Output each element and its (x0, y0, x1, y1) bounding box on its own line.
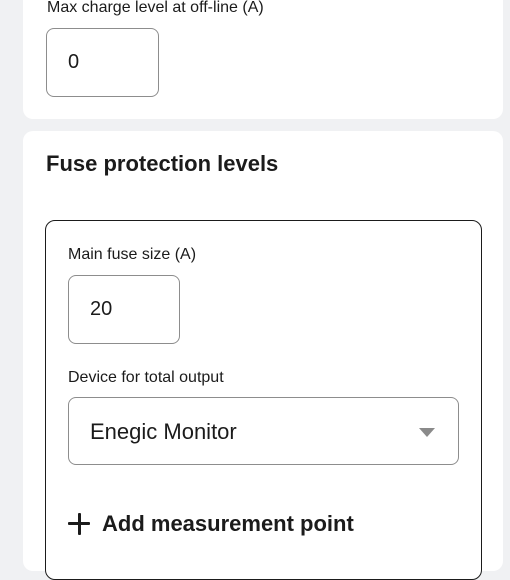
add-measurement-point-button[interactable]: Add measurement point (68, 506, 354, 542)
plus-icon (68, 513, 90, 535)
max-charge-input[interactable] (46, 28, 159, 97)
max-charge-label: Max charge level at off-line (A) (47, 0, 264, 16)
device-output-label: Device for total output (68, 369, 224, 386)
fuse-protection-title: Fuse protection levels (46, 151, 279, 176)
main-fuse-input[interactable] (68, 275, 180, 344)
device-selected-value: Enegic Monitor (90, 419, 237, 444)
main-fuse-label: Main fuse size (A) (68, 246, 197, 263)
device-output-select[interactable]: Enegic Monitor (68, 397, 459, 465)
chevron-down-icon (419, 428, 435, 437)
add-measurement-point-label: Add measurement point (102, 511, 354, 536)
